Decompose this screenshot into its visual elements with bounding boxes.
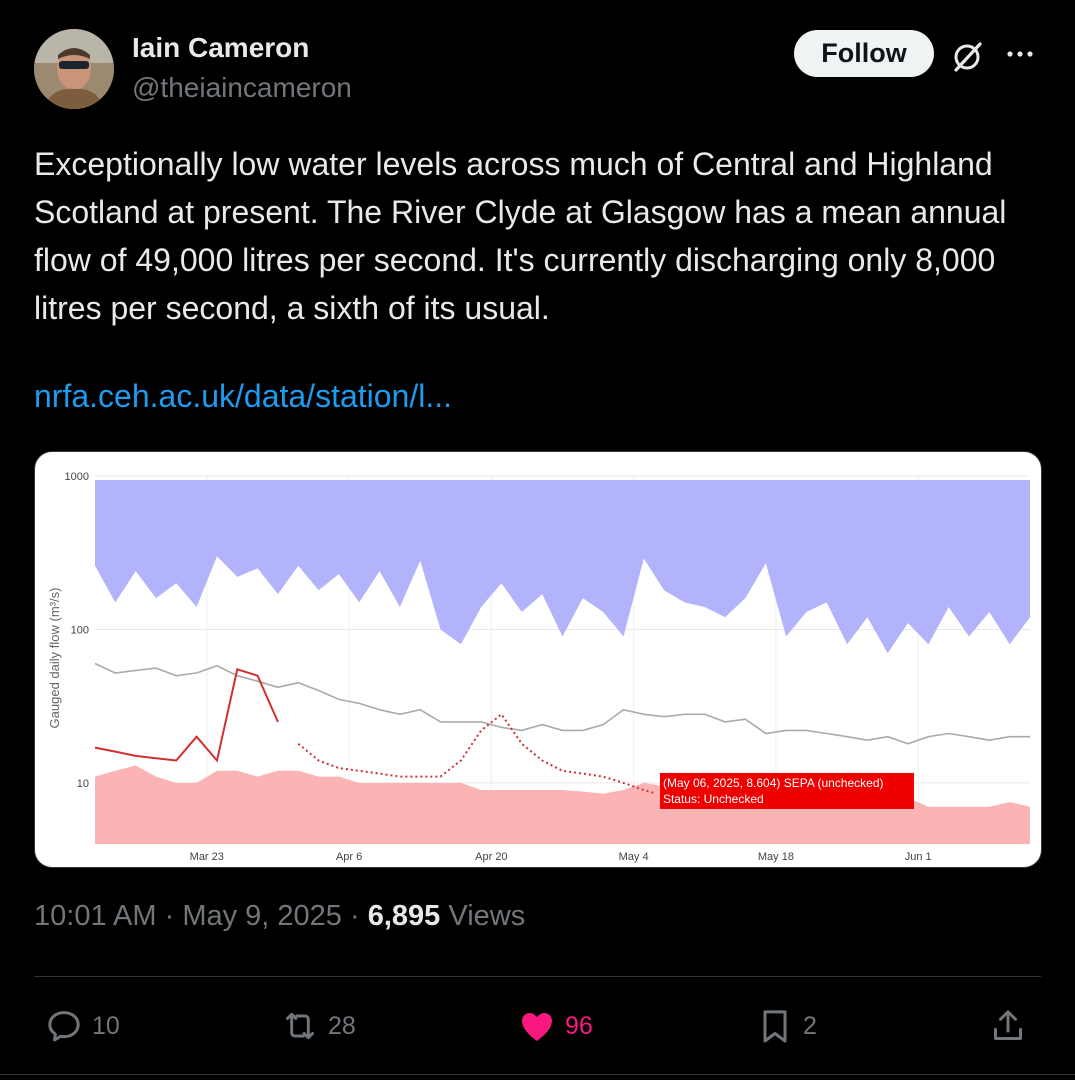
meta-separator: · (164, 900, 175, 932)
bookmark-count: 2 (803, 1011, 817, 1040)
x-tick-label: May 18 (758, 851, 794, 863)
tooltip-line-2: Status: Unchecked (663, 792, 764, 806)
tweet-time[interactable]: 10:01 AM (34, 900, 157, 932)
repost-count: 28 (328, 1011, 356, 1040)
bookmark-button[interactable]: 2 (755, 1002, 817, 1050)
y-axis-label: Gauged daily flow (m³/s) (47, 588, 62, 729)
y-tick-label: 10 (77, 778, 89, 790)
repost-icon (286, 1012, 314, 1040)
bookmark-icon (763, 1010, 787, 1043)
x-tick-label: Jun 1 (905, 851, 932, 863)
tweet-text: Exceptionally low water levels across mu… (34, 146, 1007, 326)
divider (34, 976, 1041, 977)
share-icon (994, 1010, 1022, 1040)
heart-icon (522, 1013, 552, 1041)
reply-count: 10 (92, 1011, 120, 1040)
observed-flow-line (94, 668, 279, 763)
views-count: 6,895 (367, 900, 441, 932)
flow-chart: 1000 100 10 Mar 23 Apr 6 Apr 20 May 4 May 18 Jun… (47, 471, 1030, 863)
divider (0, 1074, 1075, 1075)
follow-button[interactable]: Follow (794, 30, 934, 77)
share-button[interactable] (988, 1002, 1036, 1050)
meta-separator: · (350, 900, 360, 932)
upper-flow-band (95, 480, 1030, 654)
repost-button[interactable]: 28 (280, 1002, 356, 1050)
reply-button[interactable]: 10 (44, 1002, 120, 1050)
author-name[interactable]: Iain Cameron (132, 32, 309, 64)
chart-image[interactable]: 1000 100 10 Mar 23 Apr 6 Apr 20 May 4 May 18 Jun… (34, 451, 1042, 868)
views-label: Views (448, 900, 526, 932)
grok-icon[interactable] (950, 38, 986, 74)
tweet-date[interactable]: May 9, 2025 (182, 900, 342, 932)
reply-icon (48, 1011, 80, 1042)
tweet-link[interactable]: nrfa.ceh.ac.uk/data/station/l... (34, 378, 452, 415)
tweet-meta: 10:01 AM · May 9, 2025 · 6,895 Views (34, 900, 525, 933)
y-tick-label: 100 (71, 624, 89, 636)
avatar[interactable] (34, 29, 114, 109)
like-button[interactable]: 96 (517, 1002, 593, 1050)
y-tick-label: 1000 (65, 471, 89, 483)
like-count: 96 (565, 1011, 593, 1040)
more-icon[interactable] (1002, 36, 1038, 72)
x-tick-label: May 4 (619, 851, 649, 863)
tooltip-line-1: (May 06, 2025, 8.604) SEPA (unchecked) (663, 776, 884, 790)
x-tick-label: Apr 6 (336, 851, 362, 863)
chart-tooltip: (May 06, 2025, 8.604) SEPA (unchecked) S… (659, 772, 914, 809)
x-tick-label: Apr 20 (475, 851, 507, 863)
author-handle[interactable]: @theiaincameron (132, 72, 352, 104)
x-tick-label: Mar 23 (190, 851, 224, 863)
